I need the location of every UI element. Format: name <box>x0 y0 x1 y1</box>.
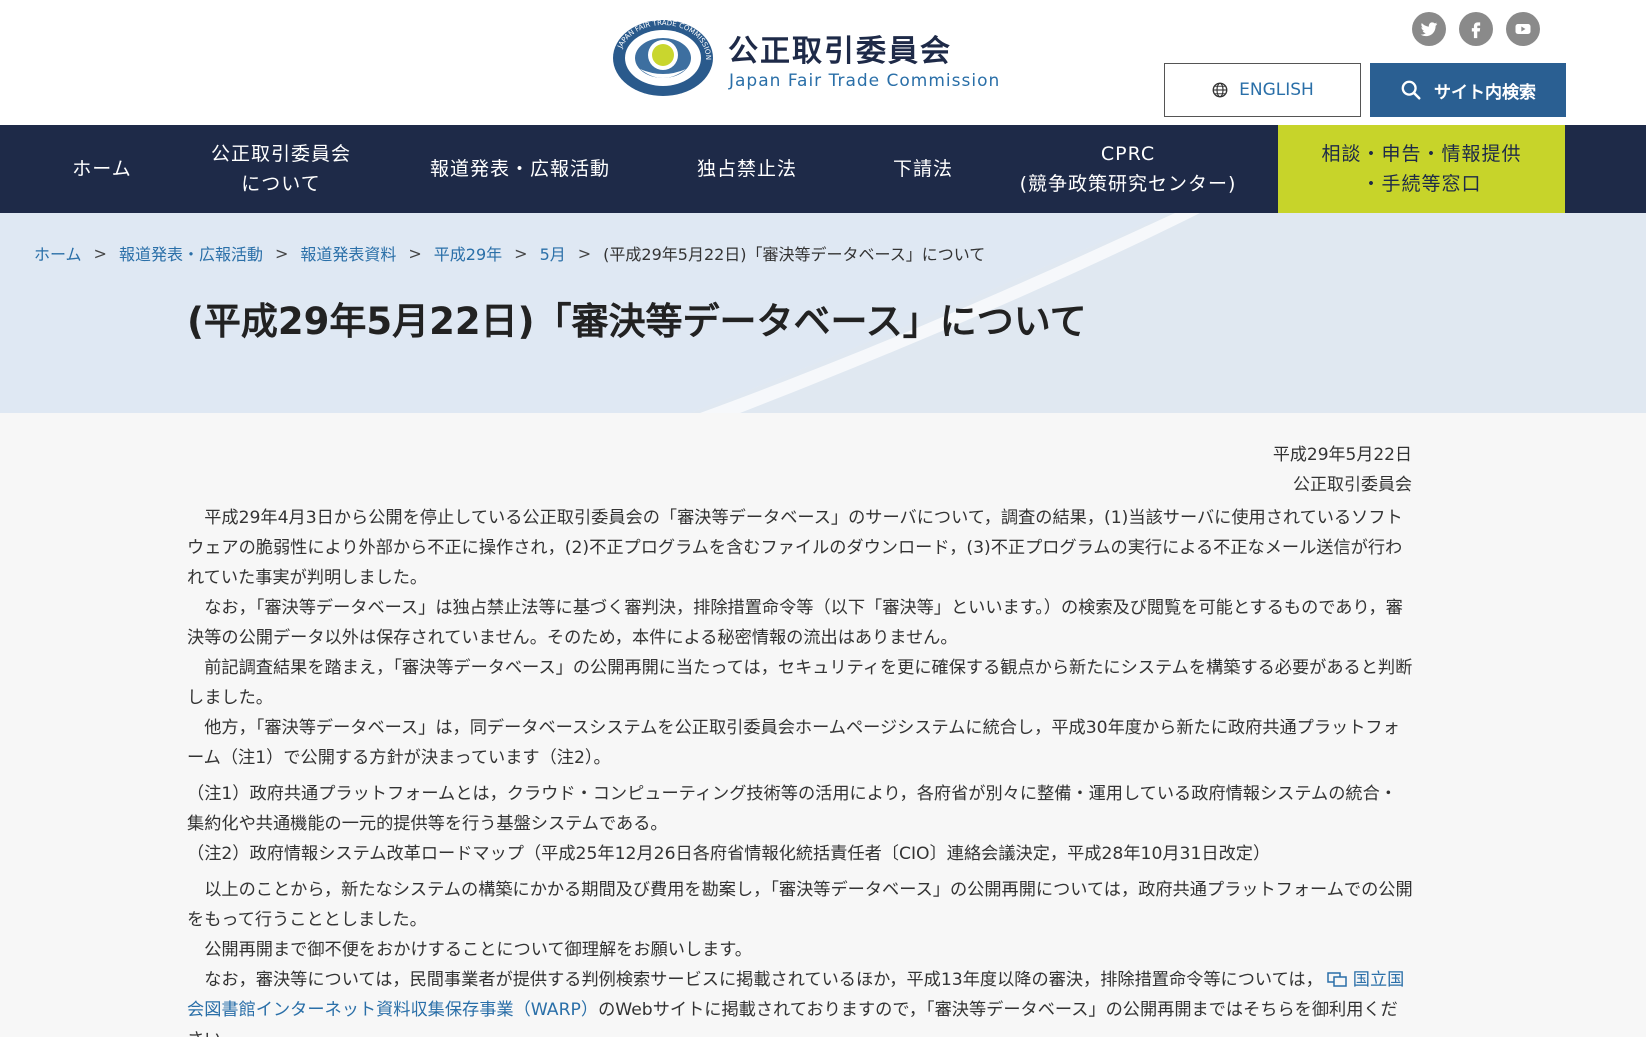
site-subtitle[interactable]: Japan Fair Trade Commission <box>729 71 1000 91</box>
breadcrumb-separator: > <box>274 243 289 263</box>
release-date: 平成29年5月22日 <box>1272 445 1412 465</box>
article-body: 平成29年4月3日から公開を停止している公正取引委員会の「審決等データベース」の… <box>187 503 1413 1037</box>
twitter-link[interactable] <box>1412 12 1446 46</box>
release-issuer: 公正取引委員会 <box>1293 475 1412 495</box>
nav-item-subcontract[interactable]: 下請法 <box>858 125 988 213</box>
breadcrumb-separator: > <box>93 243 107 263</box>
paragraph: 以上のことから，新たなシステムの構築にかかる期間及び費用を勘案し，「審決等データ… <box>187 880 1413 930</box>
external-link-icon <box>1327 972 1347 987</box>
breadcrumb-separator: > <box>514 243 528 263</box>
youtube-icon <box>1515 24 1531 34</box>
nav-item-consultation[interactable]: 相談・申告・情報提供 ・手続等窓口 <box>1278 125 1565 213</box>
footnote-1: （注1）政府共通プラットフォームとは，クラウド・コンピューティング技術等の活用に… <box>187 784 1397 834</box>
facebook-icon <box>1471 22 1481 39</box>
breadcrumb-current: (平成29年5月22日)「審決等データベース」について <box>603 245 986 264</box>
breadcrumb-home[interactable]: ホーム <box>34 241 82 265</box>
paragraph: 前記調査結果を踏まえ，「審決等データベース」の公開再開に当たっては，セキュリティ… <box>187 658 1413 708</box>
paragraph: 公開再開まで御不便をおかけすることについて御理解をお願いします。 <box>204 940 752 960</box>
page-header: ホーム > 報道発表・広報活動 > 報道発表資料 > 平成29年 > 5月 > … <box>0 213 1646 413</box>
youtube-link[interactable] <box>1506 12 1540 46</box>
twitter-icon <box>1420 22 1438 37</box>
global-nav: ホーム 公正取引委員会 について 報道発表・広報活動 独占禁止法 下請法 CPR… <box>0 125 1646 213</box>
site-header: JAPAN FAIR TRADE COMMISSION 公正取引委員会 Japa… <box>0 0 1646 125</box>
facebook-link[interactable] <box>1459 12 1493 46</box>
breadcrumb: ホーム > 報道発表・広報活動 > 報道発表資料 > 平成29年 > 5月 > … <box>34 241 985 265</box>
paragraph: 他方，「審決等データベース」は，同データベースシステムを公正取引委員会ホームペー… <box>187 718 1400 768</box>
paragraph: なお，「審決等データベース」は独占禁止法等に基づく審判決，排除措置命令等（以下「… <box>187 598 1403 648</box>
nav-item-cprc[interactable]: CPRC (競争政策研究センター) <box>1000 125 1256 213</box>
footnote-2: （注2）政府情報システム改革ロードマップ（平成25年12月26日各府省情報化統括… <box>187 844 1271 864</box>
nav-item-press[interactable]: 報道発表・広報活動 <box>412 125 628 213</box>
globe-icon <box>1212 82 1228 98</box>
nav-item-about[interactable]: 公正取引委員会 について <box>190 125 372 213</box>
english-label: ENGLISH <box>1239 80 1314 100</box>
release-info: 平成29年5月22日 公正取引委員会 <box>1273 440 1412 500</box>
site-title[interactable]: 公正取引委員会 <box>728 26 952 70</box>
paragraph: 平成29年4月3日から公開を停止している公正取引委員会の「審決等データベース」の… <box>187 508 1403 588</box>
breadcrumb-press-materials[interactable]: 報道発表資料 <box>300 241 396 265</box>
english-button[interactable]: ENGLISH <box>1164 63 1361 117</box>
nav-item-antimonopoly[interactable]: 独占禁止法 <box>672 125 822 213</box>
jftc-logo[interactable]: JAPAN FAIR TRADE COMMISSION <box>610 17 716 99</box>
page-title: (平成29年5月22日)「審決等データベース」について <box>187 300 1087 343</box>
paragraph-with-link: なお，審決等については，民間事業者が提供する判例検索サービスに掲載されているほか… <box>187 970 1405 1037</box>
nav-item-home[interactable]: ホーム <box>34 125 170 213</box>
breadcrumb-year[interactable]: 平成29年 <box>434 241 502 265</box>
breadcrumb-separator: > <box>408 243 422 263</box>
site-search-button[interactable]: サイト内検索 <box>1370 63 1566 117</box>
breadcrumb-press[interactable]: 報道発表・広報活動 <box>119 241 263 265</box>
search-icon <box>1401 80 1421 100</box>
breadcrumb-month[interactable]: 5月 <box>540 241 566 265</box>
breadcrumb-separator: > <box>577 243 592 263</box>
search-label: サイト内検索 <box>1434 82 1536 103</box>
